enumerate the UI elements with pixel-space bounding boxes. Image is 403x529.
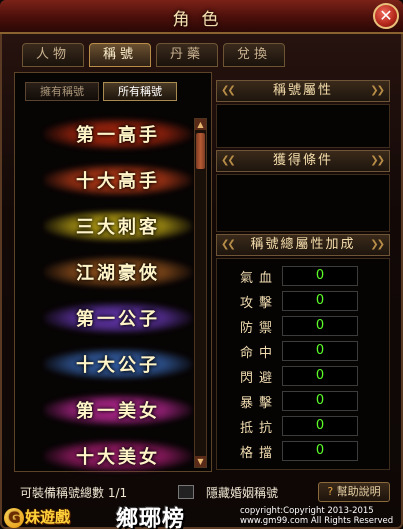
title-item[interactable]: 十大公子 [38,342,198,386]
attr-value: 0 [282,441,358,461]
attr-value: 0 [282,316,358,336]
publisher-logo: G 妹遊戲 [4,506,70,528]
copyright-line-2: www.gm99.com All Rights Reserved [240,516,394,526]
attr-label: 抵抗 [240,420,279,436]
title-list-scrollbar[interactable]: ▲ ▼ [194,118,207,468]
tab-pills[interactable]: 丹藥 [156,43,218,67]
attr-row-block: 格擋 0 [240,441,358,461]
title-name: 三大刺客 [76,217,160,238]
attr-label: 命中 [240,345,279,361]
subtab-all-titles[interactable]: 所有稱號 [103,82,177,101]
attr-row-dodge: 閃避 0 [240,366,358,386]
help-icon: ? [327,485,334,498]
scroll-thumb[interactable] [196,133,205,169]
title-subtabs: 擁有稱號 所有稱號 [25,82,177,101]
attr-row-attack: 攻擊 0 [240,291,358,311]
conditions-header: 獲得條件 [216,150,390,172]
title-item[interactable]: 第一高手 [38,112,198,156]
subtab-owned-titles[interactable]: 擁有稱號 [25,82,99,101]
attr-row-hp: 氣血 0 [240,266,358,286]
attr-value: 0 [282,266,358,286]
scroll-up-icon[interactable]: ▲ [195,119,206,130]
hide-marriage-checkbox[interactable] [178,485,194,499]
tab-character[interactable]: 人物 [22,43,84,67]
title-name: 十大公子 [76,355,160,376]
publisher-logo-icon: G [4,508,24,528]
attr-label: 防禦 [240,320,279,336]
title-name: 第一公子 [76,309,160,330]
title-name: 第一高手 [76,125,160,146]
title-item[interactable]: 第一公子 [38,296,198,340]
attr-row-accuracy: 命中 0 [240,341,358,361]
title-list: 第一高手 十大高手 三大刺客 江湖豪俠 第一公子 十大公子 第一美女 十大美女 [38,112,198,480]
title-item[interactable]: 十大美女 [38,434,198,478]
tab-exchange[interactable]: 兌換 [223,43,285,67]
help-button-label: 幫助說明 [336,485,381,498]
attr-value: 0 [282,291,358,311]
title-item[interactable]: 江湖豪俠 [38,250,198,294]
main-tabs: 人物 稱號 丹藥 兌換 [22,43,285,67]
conditions-body [216,174,390,232]
attr-label: 攻擊 [240,295,279,311]
brand-bar: G 妹遊戲 鄉琊榜 copyright:Copyright 2013-2015 w… [0,505,403,529]
title-name: 江湖豪俠 [76,263,160,284]
window-title: 角色 [172,10,231,30]
attr-label: 閃避 [240,370,279,386]
copyright-line-1: copyright:Copyright 2013-2015 [240,506,374,516]
title-item[interactable]: 三大刺客 [38,204,198,248]
title-name: 第一美女 [76,401,160,422]
total-attributes-body [216,258,390,470]
title-detail-panel: 稱號屬性 獲得條件 稱號總屬性加成 氣血0 攻擊0 防禦0 命中0 閃避0 暴擊… [216,78,390,470]
attr-value: 0 [282,366,358,386]
attr-value: 0 [282,391,358,411]
help-button[interactable]: ? 幫助說明 [318,482,390,502]
hide-marriage-label: 隱藏婚姻稱號 [206,486,279,500]
attr-row-resist: 抵抗 0 [240,416,358,436]
title-name: 十大高手 [76,171,160,192]
attr-label: 氣血 [240,270,279,286]
equip-count-text: 可裝備稱號總數 1/1 [20,486,128,500]
title-item[interactable]: 第一美女 [38,388,198,432]
attr-row-crit: 暴擊 0 [240,391,358,411]
attr-label: 格擋 [240,445,279,461]
copyright-text: copyright:Copyright 2013-2015 www.gm99.c… [240,506,393,526]
title-name: 十大美女 [76,447,160,468]
attr-value: 0 [282,341,358,361]
title-attributes-header: 稱號屬性 [216,80,390,102]
close-icon[interactable]: ✕ [373,3,399,29]
publisher-logo-text: 妹遊戲 [25,508,71,526]
attr-label: 暴擊 [240,395,279,411]
game-logo: 鄉琊榜 [116,506,186,529]
title-bar: 角色 ✕ [0,0,403,34]
title-attributes-body [216,104,390,148]
scroll-down-icon[interactable]: ▼ [195,456,206,467]
title-item[interactable]: 十大高手 [38,158,198,202]
total-attributes-header: 稱號總屬性加成 [216,234,390,256]
tab-titles[interactable]: 稱號 [89,43,151,67]
attr-row-defense: 防禦 0 [240,316,358,336]
attr-value: 0 [282,416,358,436]
